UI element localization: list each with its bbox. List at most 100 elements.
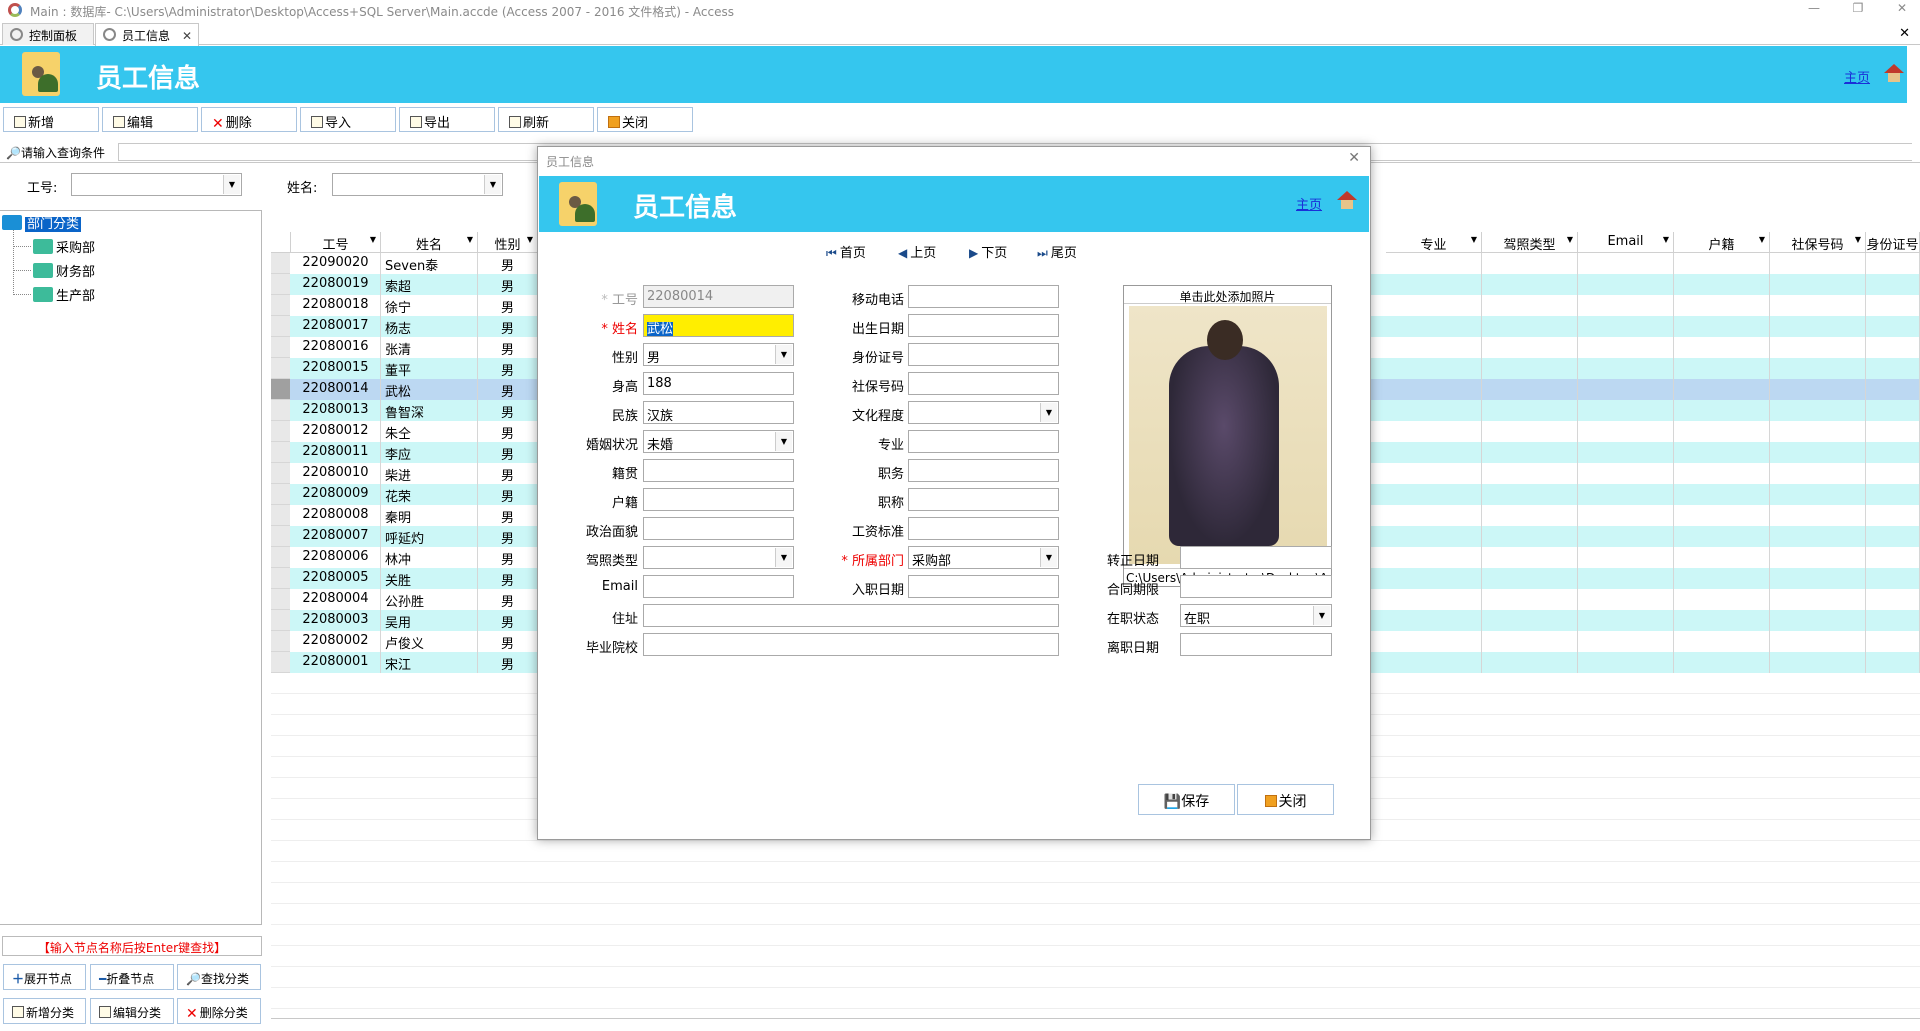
row-selector[interactable] <box>271 484 290 505</box>
status-select[interactable]: 在职 ▼ <box>1180 604 1332 627</box>
photo-caption[interactable]: 单击此处添加照片 <box>1124 286 1331 304</box>
table-cell[interactable] <box>1866 295 1920 316</box>
table-cell[interactable] <box>1674 484 1770 505</box>
table-cell[interactable] <box>1386 295 1482 316</box>
dialog-close-button[interactable]: 关闭 <box>1237 784 1334 815</box>
col-header-emp-no[interactable]: 工号 ▼ <box>291 232 381 253</box>
table-cell[interactable]: 22080017 <box>291 316 381 337</box>
table-cell[interactable]: 呼延灼 <box>381 526 478 547</box>
row-selector[interactable] <box>271 526 290 547</box>
table-cell[interactable]: 男 <box>478 337 538 358</box>
table-cell[interactable] <box>1674 421 1770 442</box>
sort-arrow-icon[interactable]: ▼ <box>527 235 533 244</box>
chevron-down-icon[interactable]: ▼ <box>223 175 240 194</box>
table-cell[interactable] <box>1578 547 1674 568</box>
mobile-field[interactable] <box>908 285 1059 308</box>
employee-photo[interactable] <box>1129 306 1327 564</box>
emp-no-filter-combo[interactable]: ▼ <box>71 173 242 196</box>
delete-button[interactable]: ✕ 删除 <box>201 107 297 132</box>
school-field[interactable] <box>643 633 1059 656</box>
table-cell[interactable] <box>1674 379 1770 400</box>
table-cell[interactable]: 林冲 <box>381 547 478 568</box>
chevron-down-icon[interactable]: ▼ <box>775 345 792 364</box>
table-cell[interactable]: 22080008 <box>291 505 381 526</box>
table-cell[interactable] <box>1386 547 1482 568</box>
table-cell[interactable] <box>1770 484 1866 505</box>
table-cell[interactable] <box>1578 526 1674 547</box>
first-record-button[interactable]: ⏮ 首页 <box>826 242 866 261</box>
table-cell[interactable] <box>1482 358 1578 379</box>
table-cell[interactable]: 22080003 <box>291 610 381 631</box>
col-header-social[interactable]: 社保号码 ▼ <box>1770 232 1866 253</box>
chevron-down-icon[interactable]: ▼ <box>484 175 501 194</box>
col-header-name[interactable]: 姓名 ▼ <box>381 232 478 253</box>
row-selector[interactable] <box>271 421 290 442</box>
table-cell[interactable] <box>1482 421 1578 442</box>
restore-icon[interactable]: ❐ <box>1848 1 1868 19</box>
table-cell[interactable] <box>1674 400 1770 421</box>
table-cell[interactable]: 22080002 <box>291 631 381 652</box>
dialog-close-icon[interactable]: ✕ <box>1348 150 1360 166</box>
delete-category-button[interactable]: ✕ 删除分类 <box>177 998 261 1024</box>
major-field[interactable] <box>908 430 1059 453</box>
table-cell[interactable] <box>1770 526 1866 547</box>
table-cell[interactable] <box>1578 421 1674 442</box>
window-close-icon[interactable]: ✕ <box>1892 1 1912 19</box>
table-cell[interactable] <box>1386 652 1482 673</box>
table-cell[interactable]: 关胜 <box>381 568 478 589</box>
table-cell[interactable] <box>1866 610 1920 631</box>
gender-select[interactable]: 男 ▼ <box>643 343 794 366</box>
table-cell[interactable] <box>1770 589 1866 610</box>
sort-arrow-icon[interactable]: ▼ <box>467 235 473 244</box>
table-cell[interactable] <box>1386 442 1482 463</box>
table-cell[interactable] <box>1386 274 1482 295</box>
table-cell[interactable] <box>1866 337 1920 358</box>
table-cell[interactable]: 22080007 <box>291 526 381 547</box>
tree-node-root[interactable]: 部门分类 <box>2 213 82 232</box>
row-selector[interactable] <box>271 316 290 337</box>
table-cell[interactable] <box>1386 379 1482 400</box>
import-button[interactable]: 导入 <box>300 107 396 132</box>
col-header-major[interactable]: 专业 ▼ <box>1386 232 1482 253</box>
chevron-down-icon[interactable]: ▼ <box>1040 548 1057 567</box>
table-cell[interactable]: 22080019 <box>291 274 381 295</box>
table-cell[interactable] <box>1482 295 1578 316</box>
height-field[interactable]: 188 <box>643 372 794 395</box>
table-cell[interactable]: 男 <box>478 484 538 505</box>
table-cell[interactable]: 柴进 <box>381 463 478 484</box>
native-field[interactable] <box>643 459 794 482</box>
table-cell[interactable] <box>1674 589 1770 610</box>
table-cell[interactable] <box>1866 463 1920 484</box>
table-cell[interactable] <box>1578 505 1674 526</box>
table-cell[interactable] <box>1386 463 1482 484</box>
col-header-household[interactable]: 户籍 ▼ <box>1674 232 1770 253</box>
table-cell[interactable] <box>1482 337 1578 358</box>
name-filter-combo[interactable]: ▼ <box>332 173 503 196</box>
table-cell[interactable] <box>1482 631 1578 652</box>
table-cell[interactable] <box>1770 610 1866 631</box>
col-header-gender[interactable]: 性别 ▼ <box>478 232 538 253</box>
table-cell[interactable]: 男 <box>478 610 538 631</box>
table-cell[interactable]: 22080006 <box>291 547 381 568</box>
table-cell[interactable] <box>1866 505 1920 526</box>
table-cell[interactable] <box>1482 484 1578 505</box>
table-cell[interactable]: 男 <box>478 295 538 316</box>
sort-arrow-icon[interactable]: ▼ <box>1759 235 1765 244</box>
table-cell[interactable] <box>1578 652 1674 673</box>
table-cell[interactable]: 22080011 <box>291 442 381 463</box>
row-selector[interactable] <box>271 589 290 610</box>
table-cell[interactable]: 22080010 <box>291 463 381 484</box>
table-cell[interactable]: 男 <box>478 379 538 400</box>
table-cell[interactable]: 男 <box>478 589 538 610</box>
idcard-field[interactable] <box>908 343 1059 366</box>
table-cell[interactable] <box>1578 358 1674 379</box>
home-house-icon[interactable] <box>1884 64 1904 82</box>
table-cell[interactable] <box>1866 442 1920 463</box>
table-cell[interactable] <box>1674 295 1770 316</box>
close-button[interactable]: 关闭 <box>597 107 693 132</box>
household-field[interactable] <box>643 488 794 511</box>
refresh-button[interactable]: 刷新 <box>498 107 594 132</box>
row-selector[interactable] <box>271 631 290 652</box>
table-cell[interactable] <box>1578 589 1674 610</box>
table-cell[interactable]: 花荣 <box>381 484 478 505</box>
